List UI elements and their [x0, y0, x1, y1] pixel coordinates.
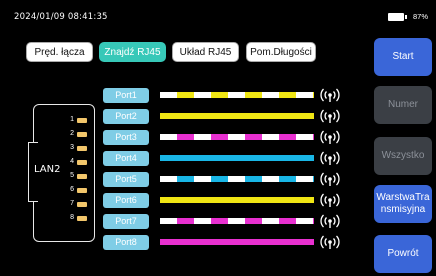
port-label: Port5	[103, 172, 149, 187]
wireless-signal-icon	[320, 172, 340, 186]
pin-contact	[77, 216, 87, 221]
wireless-signal-icon	[320, 193, 340, 207]
tester-screen: 2024/01/09 08:41:35 87% Pręd. łącza Znaj…	[0, 0, 436, 276]
pin-contact	[77, 146, 87, 151]
start-button[interactable]: Start	[374, 38, 432, 76]
pin-contact	[77, 160, 87, 165]
wireless-signal-icon	[320, 88, 340, 102]
wire-color-line	[160, 113, 314, 119]
port-label: Port6	[103, 193, 149, 208]
port-label: Port3	[103, 130, 149, 145]
pin-number: 2	[70, 130, 74, 137]
wire-color-line	[160, 92, 314, 98]
wireless-signal-icon	[320, 109, 340, 123]
pin-contact	[77, 188, 87, 193]
transport-layer-label: WarstwaTransmisyjna	[376, 192, 430, 215]
pin-contact	[77, 118, 87, 123]
status-bar: 2024/01/09 08:41:35 87%	[0, 0, 436, 32]
port-label: Port2	[103, 109, 149, 124]
pin-contact	[77, 132, 87, 137]
port-label: Port7	[103, 214, 149, 229]
tab-link-speed[interactable]: Pręd. łącza	[26, 42, 93, 62]
wireless-signal-icon	[320, 235, 340, 249]
connector-label: LAN2	[34, 164, 61, 175]
pin-number: 1	[70, 116, 74, 123]
wireless-signal-icon	[320, 151, 340, 165]
pin-contact	[77, 202, 87, 207]
pin-number: 8	[70, 214, 74, 221]
tab-length-measure[interactable]: Pom.Długości	[246, 42, 316, 62]
wireless-signal-icon	[320, 130, 340, 144]
pin-number: 3	[70, 144, 74, 151]
tab-rj45-layout[interactable]: Układ RJ45	[172, 42, 239, 62]
number-button[interactable]: Numer	[374, 86, 432, 124]
wire-color-line	[160, 134, 314, 140]
battery-icon	[388, 13, 407, 21]
pin-number: 7	[70, 200, 74, 207]
wire-color-line	[160, 239, 314, 245]
tab-find-rj45[interactable]: Znajdź RJ45	[99, 42, 166, 62]
pin-number: 5	[70, 172, 74, 179]
pin-number: 6	[70, 186, 74, 193]
port-label: Port8	[103, 235, 149, 250]
wireless-signal-icon	[320, 214, 340, 228]
port-label: Port1	[103, 88, 149, 103]
all-button[interactable]: Wszystko	[374, 137, 432, 175]
port-label: Port4	[103, 151, 149, 166]
pin-contact	[77, 174, 87, 179]
wire-color-line	[160, 176, 314, 182]
transport-layer-button[interactable]: WarstwaTransmisyjna	[374, 185, 432, 223]
wire-color-line	[160, 155, 314, 161]
wire-color-line	[160, 197, 314, 203]
wire-color-line	[160, 218, 314, 224]
status-datetime: 2024/01/09 08:41:35	[14, 12, 108, 22]
back-button[interactable]: Powrót	[374, 235, 432, 273]
battery-percent: 87%	[412, 12, 428, 21]
pin-number: 4	[70, 158, 74, 165]
